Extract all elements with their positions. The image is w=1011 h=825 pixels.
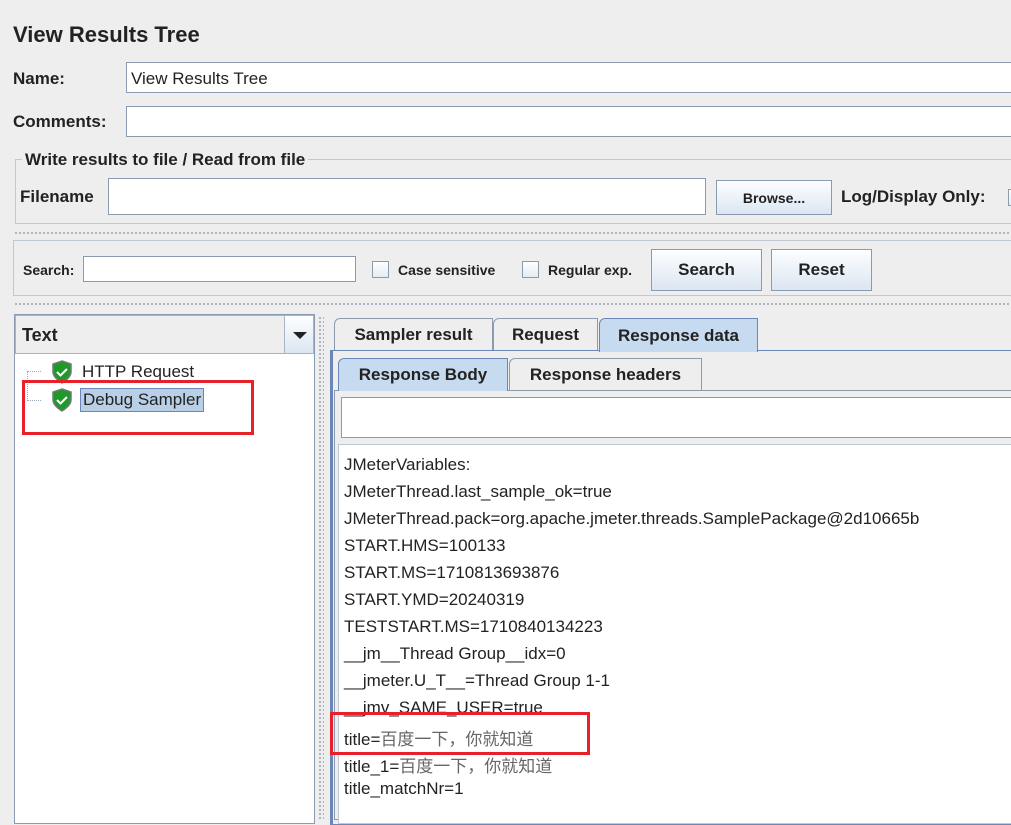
renderer-select[interactable]: Text [15, 315, 314, 354]
highlight-box [330, 712, 590, 755]
search-label: Search: [23, 262, 75, 278]
title1-value: 百度一下，你就知道 [399, 757, 553, 777]
log-display-label: Log/Display Only: [841, 187, 986, 206]
tab-response-body[interactable]: Response Body [338, 358, 508, 391]
splitter-vertical[interactable] [318, 316, 324, 819]
response-line: title_matchNr=1 [344, 779, 464, 798]
case-sensitive-label: Case sensitive [398, 262, 496, 278]
response-line: START.MS=1710813693876 [344, 563, 560, 582]
tab-request[interactable]: Request [493, 318, 598, 350]
tree-item-label: HTTP Request [82, 362, 195, 381]
page-title: View Results Tree [13, 22, 200, 47]
reset-button[interactable]: Reset [771, 249, 872, 291]
response-line: __jm__Thread Group__idx=0 [344, 644, 566, 663]
regex-label: Regular exp. [548, 262, 633, 278]
response-line: START.YMD=20240319 [344, 590, 525, 609]
dropdown-arrow-icon[interactable] [284, 316, 313, 353]
tab-response-data[interactable]: Response data [599, 318, 758, 352]
response-line: TESTSTART.MS=1710840134223 [344, 617, 603, 636]
file-group-title: Write results to file / Read from file [22, 150, 309, 170]
tab-response-headers[interactable]: Response headers [509, 358, 702, 390]
response-search-field[interactable] [341, 397, 1011, 438]
renderer-value: Text [22, 325, 58, 345]
splitter-middle[interactable] [14, 302, 1011, 306]
filename-input[interactable] [108, 178, 706, 215]
comments-label: Comments: [13, 112, 107, 131]
response-line: __jmeter.U_T__=Thread Group 1-1 [344, 671, 611, 690]
filename-label: Filename [20, 187, 94, 206]
response-line: START.HMS=100133 [344, 536, 506, 555]
tree-branch [27, 371, 41, 372]
response-line: JMeterVariables: [344, 455, 471, 474]
comments-input[interactable] [126, 106, 1011, 137]
name-label: Name: [13, 69, 65, 88]
tab-sampler-result[interactable]: Sampler result [334, 318, 493, 350]
splitter-top[interactable] [14, 231, 1011, 235]
regex-checkbox[interactable] [522, 261, 539, 278]
highlight-box [22, 380, 254, 435]
case-sensitive-checkbox[interactable] [372, 261, 389, 278]
response-line: JMeterThread.pack=org.apache.jmeter.thre… [344, 509, 920, 528]
name-input[interactable]: View Results Tree [126, 62, 1011, 93]
search-button[interactable]: Search [651, 249, 762, 291]
browse-button[interactable]: Browse... [716, 180, 832, 215]
response-line: JMeterThread.last_sample_ok=true [344, 482, 612, 501]
title1-key: title_1= [344, 757, 400, 776]
search-input[interactable] [83, 256, 356, 282]
response-line-title-1: title_1=百度一下，你就知道 [344, 752, 552, 777]
